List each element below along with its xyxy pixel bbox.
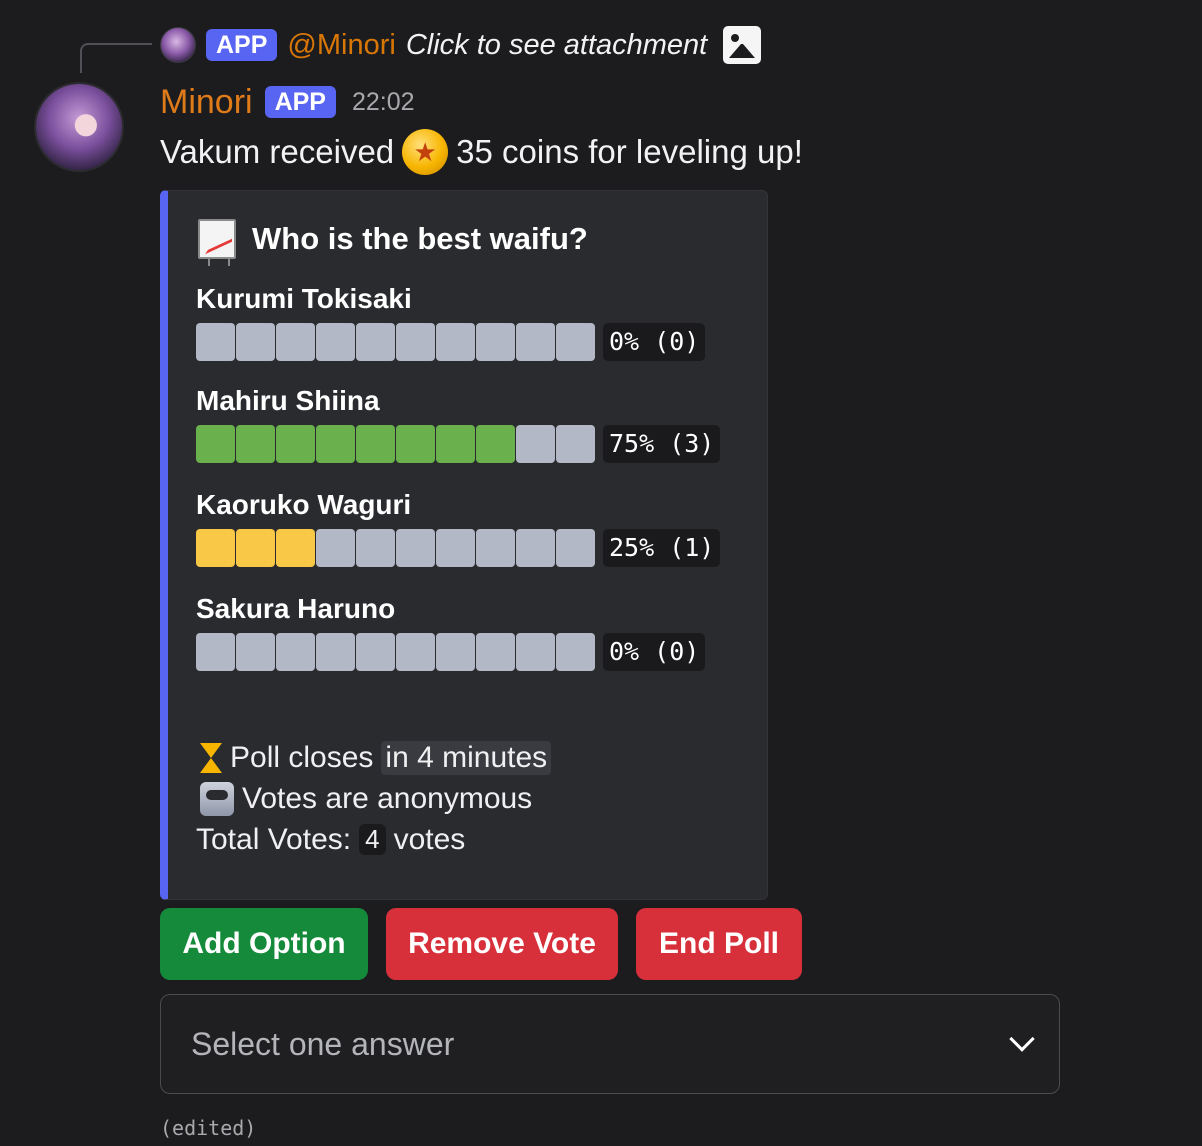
reply-avatar[interactable] xyxy=(160,27,196,63)
poll-bar-segment-filled xyxy=(276,529,315,567)
poll-bar-segment-filled xyxy=(196,425,235,463)
app-tag: APP xyxy=(264,86,336,118)
poll-actions: Add Option Remove Vote End Poll xyxy=(160,908,802,980)
poll-bar-segment-empty xyxy=(556,425,595,463)
poll-bar-segment-filled xyxy=(236,529,275,567)
poll-bar-segment-empty xyxy=(196,633,235,671)
poll-bar-segment-empty xyxy=(236,323,275,361)
message-header: Minori APP 22:02 xyxy=(160,80,415,124)
poll-bar-segment-empty xyxy=(556,633,595,671)
poll-option-bar xyxy=(196,633,595,671)
end-poll-button[interactable]: End Poll xyxy=(636,908,802,980)
reply-mention[interactable]: @Minori xyxy=(287,29,395,62)
poll-bar-segment-empty xyxy=(396,633,435,671)
reply-preview[interactable]: APP @Minori Click to see attachment xyxy=(160,24,762,66)
poll-option-result: 0% (0) xyxy=(603,323,706,361)
poll-title-row: Who is the best waifu? xyxy=(198,219,588,266)
poll-bar-segment-filled xyxy=(356,425,395,463)
poll-closes-label: Poll closes xyxy=(230,740,374,774)
poll-option-label: Kurumi Tokisaki xyxy=(196,283,412,314)
poll-option: Mahiru Shiina 75% (3) xyxy=(196,383,721,463)
poll-bar-segment-filled xyxy=(196,529,235,567)
poll-bar-segment-empty xyxy=(356,529,395,567)
poll-option-bar xyxy=(196,323,595,361)
answer-select[interactable]: Select one answer xyxy=(160,994,1060,1094)
poll-bar-segment-empty xyxy=(396,529,435,567)
message-text-after: 35 coins for leveling up! xyxy=(456,133,803,170)
poll-bar-segment-empty xyxy=(196,323,235,361)
star-coin-icon: ★ xyxy=(402,129,449,175)
poll-total-unit: votes xyxy=(393,822,466,856)
chevron-down-icon[interactable] xyxy=(1009,1026,1035,1052)
poll-bar-segment-filled xyxy=(316,425,355,463)
poll-option-result: 0% (0) xyxy=(603,633,706,671)
message-content: Vakum received ★ 35 coins for leveling u… xyxy=(160,128,803,176)
poll-embed: Who is the best waifu? Kurumi Tokisaki 0… xyxy=(160,190,768,900)
poll-total-line: Total Votes: 4 votes xyxy=(196,819,551,860)
poll-bar-segment-empty xyxy=(476,529,515,567)
poll-bar-segment-empty xyxy=(316,529,355,567)
poll-bar-segment-empty xyxy=(476,323,515,361)
add-option-button[interactable]: Add Option xyxy=(160,908,368,980)
poll-bar-segment-filled xyxy=(276,425,315,463)
poll-option-bar xyxy=(196,529,595,567)
remove-vote-button[interactable]: Remove Vote xyxy=(386,908,618,980)
poll-bar-segment-empty xyxy=(556,323,595,361)
poll-total-value: 4 xyxy=(359,824,386,855)
poll-bar-segment-empty xyxy=(236,633,275,671)
poll-option-label: Sakura Haruno xyxy=(196,593,396,624)
chart-icon xyxy=(198,219,236,266)
poll-bar-segment-empty xyxy=(276,633,315,671)
poll-bar-segment-filled xyxy=(236,425,275,463)
poll-bar-segment-filled xyxy=(476,425,515,463)
poll-option-bar xyxy=(196,425,595,463)
poll-option: Sakura Haruno 0% (0) xyxy=(196,591,706,671)
image-icon[interactable] xyxy=(723,26,762,64)
poll-closes-line: Poll closes in 4 minutes xyxy=(200,737,552,778)
poll-bar-segment-filled xyxy=(396,425,435,463)
hourglass-icon xyxy=(200,741,222,775)
poll-bar-segment-empty xyxy=(316,323,355,361)
poll-option: Kaoruko Waguri 25% (1) xyxy=(196,487,721,567)
poll-bar-segment-empty xyxy=(316,633,355,671)
poll-bar-segment-empty xyxy=(436,323,475,361)
poll-bar-segment-filled xyxy=(436,425,475,463)
poll-bar-segment-empty xyxy=(476,633,515,671)
message-text-before: Vakum received xyxy=(160,133,395,170)
poll-bar-segment-empty xyxy=(516,529,555,567)
reply-connector xyxy=(80,43,152,73)
reply-app-tag: APP xyxy=(206,29,278,61)
edited-label: (edited) xyxy=(160,1116,257,1140)
ballot-box-icon xyxy=(200,781,234,816)
message-view: APP @Minori Click to see attachment Mino… xyxy=(0,0,1202,1146)
poll-bar-segment-empty xyxy=(516,425,555,463)
poll-bar-segment-empty xyxy=(516,323,555,361)
poll-bar-segment-empty xyxy=(436,529,475,567)
reply-text[interactable]: Click to see attachment xyxy=(406,29,707,62)
poll-option-result: 25% (1) xyxy=(603,529,721,567)
avatar[interactable] xyxy=(34,82,124,172)
poll-bar-segment-empty xyxy=(396,323,435,361)
poll-bar-segment-empty xyxy=(436,633,475,671)
poll-bar-segment-empty xyxy=(516,633,555,671)
timestamp[interactable]: 22:02 xyxy=(352,88,415,117)
username[interactable]: Minori xyxy=(160,83,253,122)
poll-bar-segment-empty xyxy=(356,323,395,361)
poll-title: Who is the best waifu? xyxy=(252,221,588,256)
poll-total-label: Total Votes: xyxy=(196,822,352,856)
poll-bar-segment-empty xyxy=(556,529,595,567)
poll-footer: Poll closes in 4 minutes Votes are anony… xyxy=(196,737,552,860)
poll-anonymous-line: Votes are anonymous xyxy=(200,778,551,819)
poll-option: Kurumi Tokisaki 0% (0) xyxy=(196,281,706,361)
poll-option-result: 75% (3) xyxy=(603,425,721,463)
poll-option-label: Kaoruko Waguri xyxy=(196,489,412,520)
poll-closes-value[interactable]: in 4 minutes xyxy=(381,740,552,775)
poll-bar-segment-empty xyxy=(356,633,395,671)
poll-bar-segment-empty xyxy=(276,323,315,361)
poll-anonymous-text: Votes are anonymous xyxy=(242,781,533,815)
answer-select-placeholder: Select one answer xyxy=(191,1025,455,1062)
poll-option-label: Mahiru Shiina xyxy=(196,385,380,416)
